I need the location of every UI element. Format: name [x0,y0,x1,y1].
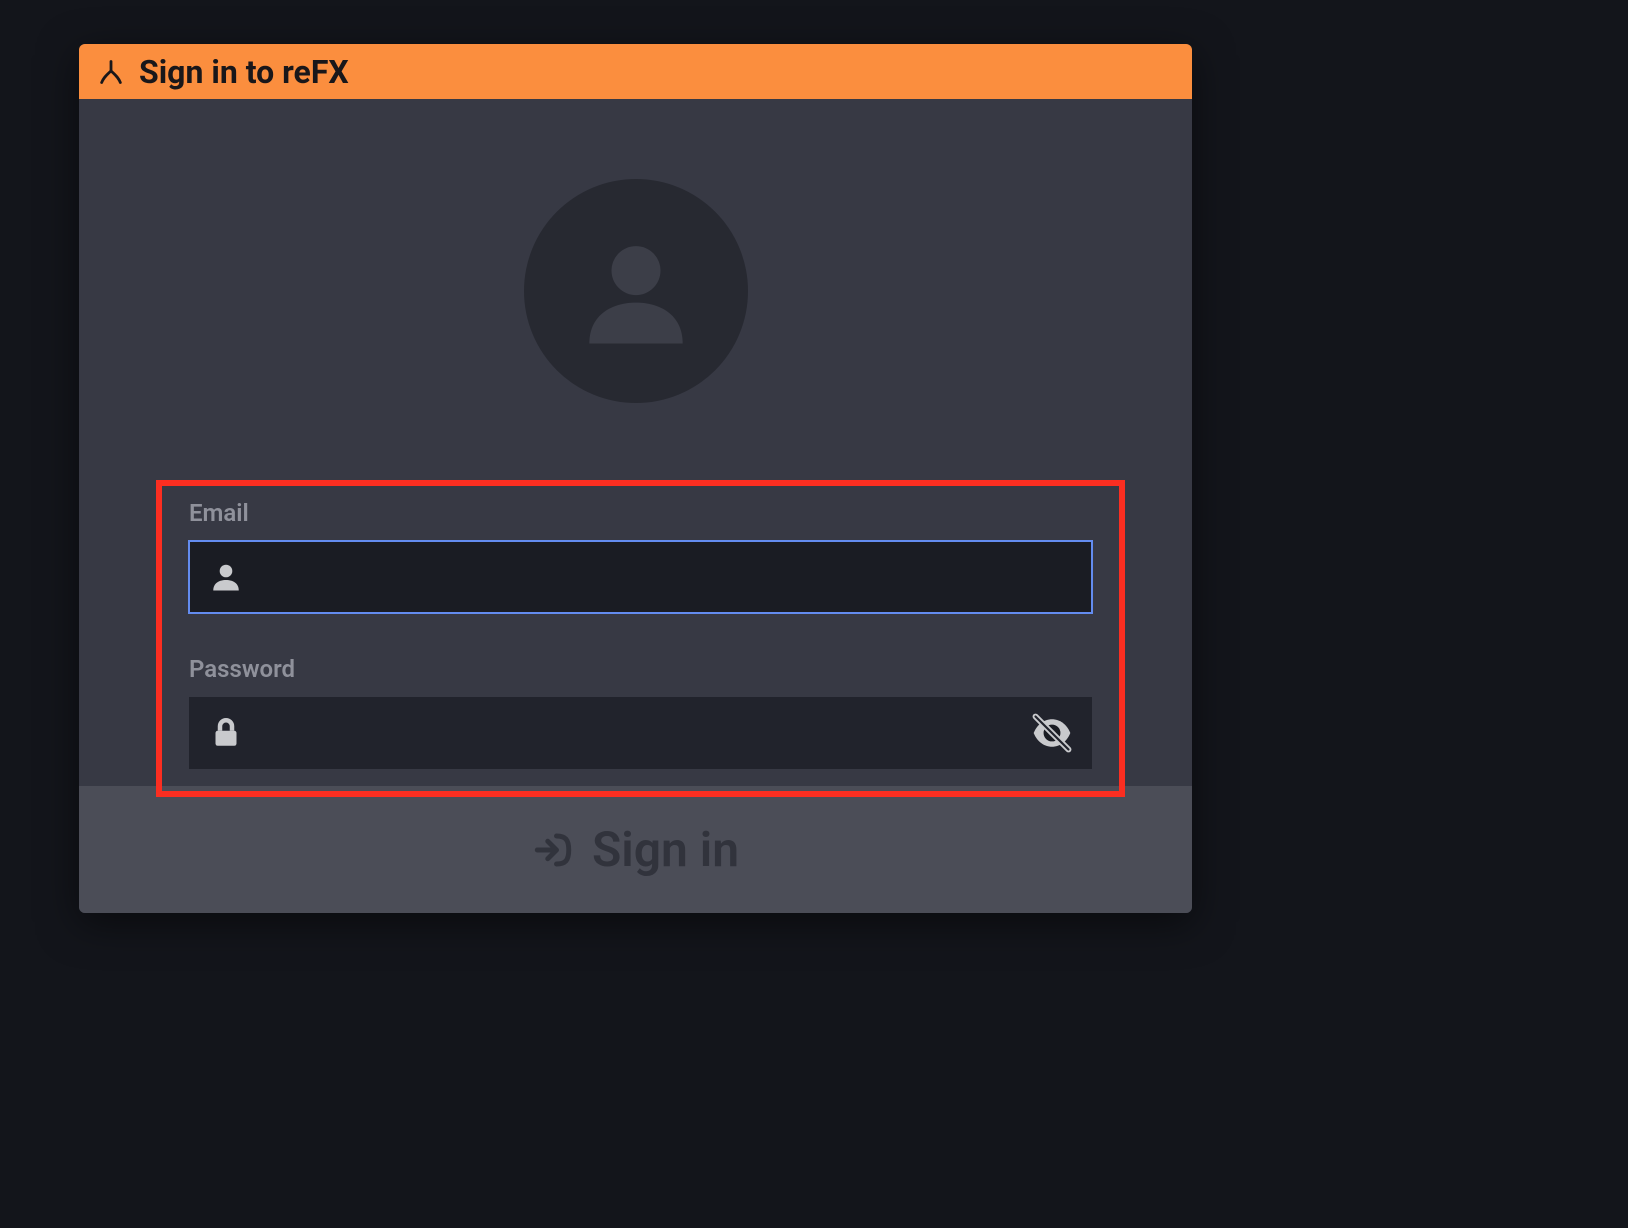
toggle-password-visibility-button[interactable] [1030,711,1074,755]
email-input-wrap[interactable] [189,541,1092,613]
email-input[interactable] [245,541,1074,613]
brand-icon [97,58,125,86]
lock-icon [207,714,245,752]
email-label: Email [189,499,1092,527]
content-area: Email Password [79,99,1192,786]
password-label: Password [189,655,1092,683]
password-field-group: Password [189,655,1092,769]
titlebar: Sign in to reFX [79,44,1192,99]
signin-button[interactable]: Sign in [79,786,1192,913]
credentials-highlight-box: Email Password [156,480,1125,797]
password-input[interactable] [245,697,1030,769]
password-input-wrap[interactable] [189,697,1092,769]
person-icon [207,558,245,596]
enter-icon [532,829,574,871]
signin-window: Sign in to reFX Email [79,44,1192,913]
email-field-group: Email [189,499,1092,613]
window-title: Sign in to reFX [139,53,349,91]
avatar-placeholder [524,179,748,403]
signin-label: Sign in [592,821,739,878]
